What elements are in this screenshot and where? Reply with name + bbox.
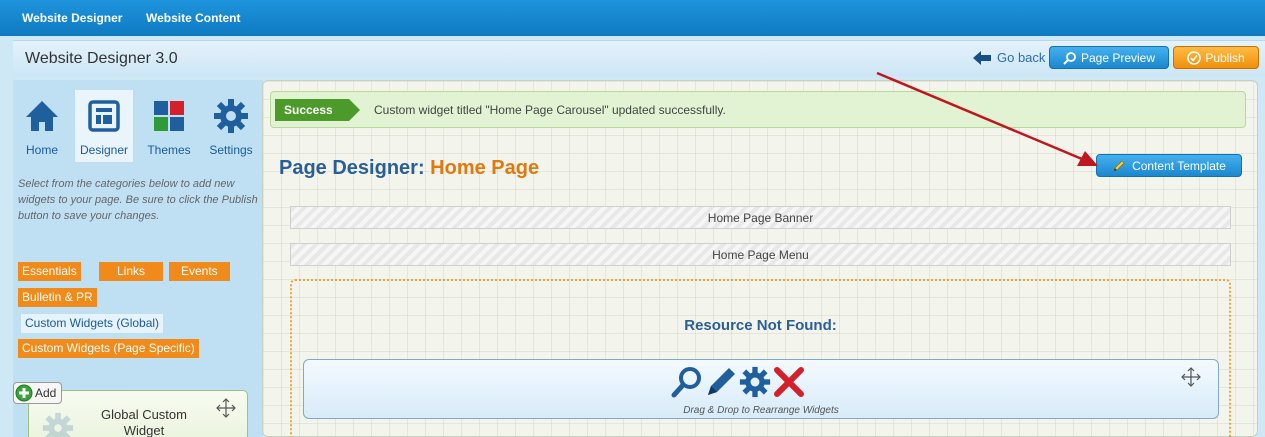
- nav-website-designer[interactable]: Website Designer: [22, 0, 122, 36]
- drag-drop-hint: Drag & Drop to Rearrange Widgets: [683, 405, 839, 416]
- pencil-icon: [1113, 160, 1125, 171]
- tool-themes-label: Themes: [147, 143, 191, 157]
- magnifier-icon: [1063, 51, 1076, 65]
- tool-designer-label: Designer: [79, 143, 129, 157]
- page-designer-panel: Success Custom widget titled "Home Page …: [262, 80, 1258, 437]
- tool-themes[interactable]: Themes: [140, 90, 198, 162]
- publish-button[interactable]: Publish: [1173, 46, 1259, 69]
- header-bar: Website Designer 3.0 Go back Page Previe…: [13, 40, 1265, 76]
- category-essentials[interactable]: Essentials: [18, 262, 81, 281]
- menu-widget-bar[interactable]: Home Page Menu: [290, 243, 1231, 266]
- gear-icon: [42, 412, 74, 437]
- plus-circle-icon: [15, 384, 33, 402]
- go-back-link[interactable]: Go back: [973, 50, 1045, 65]
- designer-icon: [88, 100, 120, 132]
- add-label: Add: [35, 386, 57, 400]
- page-preview-button[interactable]: Page Preview: [1049, 46, 1169, 69]
- pencil-icon[interactable]: [705, 366, 737, 398]
- magnifier-icon[interactable]: [671, 366, 703, 398]
- tool-home[interactable]: Home: [13, 90, 71, 162]
- tool-settings[interactable]: Settings: [202, 90, 260, 162]
- widget-title: Global Custom Widget: [101, 407, 187, 437]
- move-icon[interactable]: [1180, 366, 1202, 388]
- publish-label: Publish: [1205, 50, 1245, 65]
- category-custom-widgets-global[interactable]: Custom Widgets (Global): [21, 314, 164, 333]
- close-icon[interactable]: [773, 366, 805, 398]
- themes-icon: [154, 101, 184, 131]
- page-name: Home Page: [430, 157, 540, 179]
- category-events[interactable]: Events: [169, 262, 230, 281]
- page-title: Page Designer: Home Page: [279, 157, 539, 180]
- arrow-left-icon: [973, 50, 991, 65]
- category-custom-widgets-page-specific[interactable]: Custom Widgets (Page Specific): [18, 339, 199, 358]
- success-message: Custom widget titled "Home Page Carousel…: [374, 103, 726, 117]
- content-template-label: Content Template: [1132, 158, 1226, 173]
- tool-settings-label: Settings: [209, 143, 253, 157]
- gear-icon: [214, 99, 248, 133]
- category-bulletin-pr[interactable]: Bulletin & PR: [18, 288, 97, 307]
- widget-toolbar-box[interactable]: Drag & Drop to Rearrange Widgets: [303, 359, 1219, 419]
- check-circle-icon: [1187, 50, 1202, 65]
- add-widget-button[interactable]: Add: [13, 382, 63, 404]
- tool-designer[interactable]: Designer: [75, 90, 133, 162]
- sidebar: Home Designer Themes Settings Select fro…: [13, 80, 263, 437]
- widget-drop-zone[interactable]: Resource Not Found: Drag & Drop to Rearr…: [290, 279, 1231, 437]
- widget-actions: [671, 366, 805, 398]
- top-nav-bar: Website Designer Website Content: [0, 0, 1265, 36]
- gear-icon[interactable]: [739, 366, 771, 398]
- page-preview-label: Page Preview: [1080, 50, 1156, 65]
- resource-not-found-heading: Resource Not Found:: [684, 317, 837, 334]
- tool-home-label: Home: [25, 143, 58, 157]
- category-links[interactable]: Links: [99, 262, 164, 281]
- nav-website-content[interactable]: Website Content: [146, 0, 240, 36]
- page-title-prefix: Page Designer:: [279, 157, 425, 179]
- content-template-button[interactable]: Content Template: [1096, 154, 1242, 177]
- move-icon[interactable]: [215, 397, 237, 419]
- go-back-label: Go back: [997, 50, 1046, 65]
- banner-widget-bar[interactable]: Home Page Banner: [290, 206, 1231, 229]
- home-icon: [26, 101, 58, 131]
- success-tag: Success: [275, 99, 360, 121]
- success-alert: Success Custom widget titled "Home Page …: [270, 91, 1246, 128]
- help-text: Select from the categories below to add …: [18, 178, 258, 222]
- app-title: Website Designer 3.0: [25, 50, 178, 67]
